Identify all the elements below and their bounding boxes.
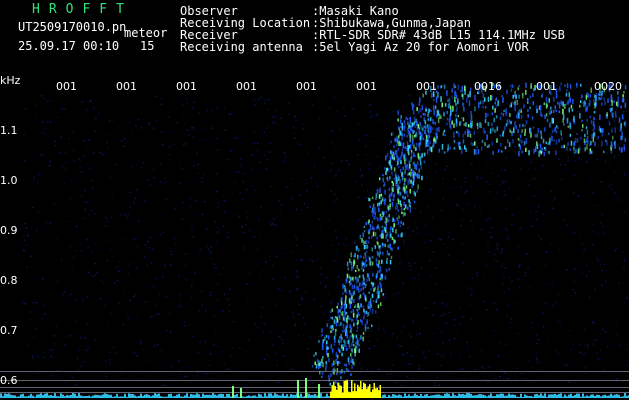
hrofft-spectrogram-window: HROFFT UT2509170010.pn meteor 25.09.17 0… bbox=[0, 0, 629, 400]
x-tick-label: 001 bbox=[356, 80, 377, 93]
spectrogram-plot bbox=[0, 82, 629, 398]
y-tick-label: 0.9 bbox=[0, 224, 18, 237]
y-tick-label: 1.0 bbox=[0, 174, 18, 187]
x-tick-label: 0016 bbox=[474, 80, 502, 93]
x-tick-label: 001 bbox=[536, 80, 557, 93]
y-tick-label: 0.8 bbox=[0, 274, 18, 287]
y-axis-unit: kHz bbox=[0, 74, 21, 87]
x-tick-label: 001 bbox=[116, 80, 137, 93]
x-tick-label: 001 bbox=[236, 80, 257, 93]
x-tick-label: 001 bbox=[296, 80, 317, 93]
x-tick-label: 001 bbox=[56, 80, 77, 93]
y-tick-label: 1.1 bbox=[0, 124, 18, 137]
x-tick-label: 001 bbox=[176, 80, 197, 93]
reference-lines bbox=[0, 371, 629, 393]
y-tick-label: 0.7 bbox=[0, 324, 18, 337]
x-tick-label: 0020 bbox=[594, 80, 622, 93]
noise-layer bbox=[22, 95, 628, 387]
x-tick-label: 001 bbox=[416, 80, 437, 93]
y-tick-label: 0.6 bbox=[0, 374, 18, 387]
